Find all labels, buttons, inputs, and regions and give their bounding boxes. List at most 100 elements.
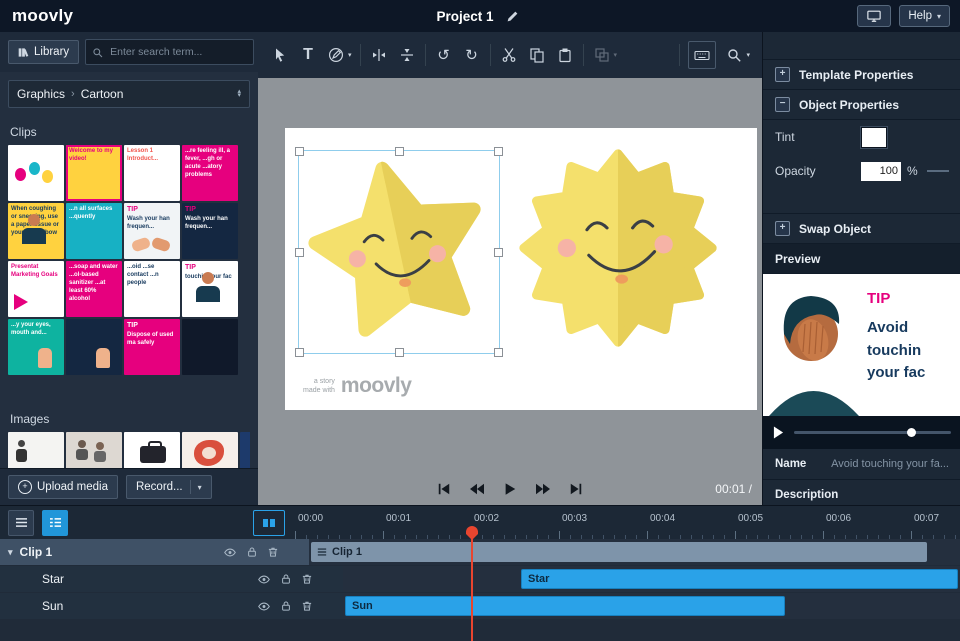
caret-down-icon[interactable]: ▾	[348, 51, 352, 59]
clip-thumbnail[interactable]: TIP touchin your fac	[182, 261, 238, 317]
visibility-icon[interactable]	[257, 600, 271, 613]
clip-thumbnail[interactable]: ...y your eyes, mouth and...	[8, 319, 64, 375]
stage[interactable]: a story made with moovly	[285, 128, 757, 410]
clip-thumbnail[interactable]: ...n all surfaces ...quently	[66, 203, 122, 259]
object-properties-section[interactable]: − Object Properties	[763, 89, 960, 120]
opacity-slider[interactable]	[927, 170, 949, 172]
preview-progress-knob[interactable]	[907, 428, 917, 437]
selection-handle[interactable]	[295, 248, 304, 257]
image-thumbnail[interactable]	[182, 432, 238, 470]
selection-handle[interactable]	[295, 147, 304, 156]
copy-icon[interactable]	[527, 44, 547, 66]
clip-thumbnail[interactable]: ...soap and water ...ol-based sanitizer …	[66, 261, 122, 317]
undo-icon[interactable]: ↺	[434, 44, 454, 66]
expand-icon[interactable]: +	[775, 67, 790, 82]
search-input[interactable]	[108, 45, 248, 59]
track-label-clip-1[interactable]: ▾ Clip 1	[0, 539, 309, 565]
help-button[interactable]: Help ▾	[899, 5, 950, 27]
rewind-icon[interactable]	[469, 482, 485, 496]
tint-swatch[interactable]	[861, 126, 887, 148]
clip-thumbnail[interactable]: Welcome to my video!	[66, 145, 122, 201]
edit-title-icon[interactable]	[502, 5, 524, 27]
canvas-workspace[interactable]: a story made with moovly	[258, 78, 762, 473]
template-properties-section[interactable]: + Template Properties	[763, 59, 960, 90]
library-button[interactable]: Library	[8, 40, 80, 64]
skip-end-icon[interactable]	[569, 482, 583, 496]
delete-icon[interactable]	[301, 600, 313, 612]
preview-progress[interactable]	[794, 428, 951, 437]
skip-start-icon[interactable]	[437, 482, 451, 496]
timeline-layers-button[interactable]	[42, 509, 68, 536]
text-tool-icon[interactable]: T	[298, 44, 318, 66]
preview-play-icon[interactable]	[773, 426, 784, 439]
selection-handle[interactable]	[395, 147, 404, 156]
timeline-bar-sun[interactable]: Sun	[345, 596, 785, 616]
selection-box[interactable]	[295, 147, 503, 357]
playhead-knob[interactable]	[466, 526, 478, 540]
caret-down-icon[interactable]: ▾	[746, 51, 750, 59]
swap-object-section[interactable]: + Swap Object	[763, 213, 960, 244]
expand-icon[interactable]: +	[775, 221, 790, 236]
cut-icon[interactable]	[499, 44, 519, 66]
image-thumbnail[interactable]	[240, 432, 250, 470]
arrange-icon[interactable]	[592, 44, 612, 66]
zoom-icon[interactable]	[724, 44, 744, 66]
project-title[interactable]: Project 1	[436, 9, 493, 24]
track-lane-sun[interactable]: Sun	[343, 593, 960, 619]
paste-icon[interactable]	[555, 44, 575, 66]
playhead[interactable]	[466, 526, 478, 641]
clip-thumbnail[interactable]: TIP Wash your han frequen...	[124, 203, 180, 259]
opacity-input[interactable]	[861, 161, 901, 181]
timeline-bar-star[interactable]: Star	[521, 569, 959, 589]
track-lane-star[interactable]: Star	[343, 566, 960, 592]
selection-handle[interactable]	[295, 348, 304, 357]
caret-down-icon[interactable]: ▾	[614, 51, 618, 59]
select-tool-icon[interactable]	[270, 44, 290, 66]
search-box[interactable]	[85, 39, 255, 65]
visibility-icon[interactable]	[257, 573, 271, 586]
timeline-ruler[interactable]: 00:00 00:01 00:02 00:03 00:04 00:05 00:06 00:07	[293, 506, 960, 539]
track-label-sun[interactable]: Sun	[0, 593, 343, 619]
image-thumbnail[interactable]	[66, 432, 122, 470]
clip-thumbnail[interactable]: Lesson 1 Introduct...	[124, 145, 180, 201]
clip-thumbnail[interactable]: ...oid ...se contact ...n people	[124, 261, 180, 317]
visibility-icon[interactable]	[223, 546, 237, 559]
timeline-bar-clip-1[interactable]: Clip 1	[311, 542, 927, 562]
redo-icon[interactable]: ↻	[462, 44, 482, 66]
clip-thumbnail[interactable]: Presentat Marketing Goals	[8, 261, 64, 317]
clip-thumbnail[interactable]: TIP Dispose of used ma safely	[124, 319, 180, 375]
selection-handle[interactable]	[494, 248, 503, 257]
lock-icon[interactable]	[246, 546, 258, 558]
image-thumbnail[interactable]	[8, 432, 64, 470]
track-label-star[interactable]: Star	[0, 566, 343, 592]
lock-icon[interactable]	[280, 573, 292, 585]
clip-thumbnail[interactable]	[66, 319, 122, 375]
upload-media-button[interactable]: + Upload media	[8, 475, 118, 499]
fast-forward-icon[interactable]	[535, 482, 551, 496]
category-select[interactable]: Graphics › Cartoon ▴ ▾	[8, 80, 250, 108]
draw-tool-icon[interactable]	[326, 44, 346, 66]
align-vertical-icon[interactable]	[397, 44, 417, 66]
track-lane-clip-1[interactable]: Clip 1	[309, 539, 960, 565]
clip-thumbnail[interactable]	[182, 319, 238, 375]
selection-handle[interactable]	[494, 147, 503, 156]
clip-thumbnail[interactable]: When coughing or sneezing, use a paper t…	[8, 203, 64, 259]
collapse-icon[interactable]: −	[775, 97, 790, 112]
sun-object[interactable]	[513, 143, 723, 353]
image-thumbnail[interactable]	[124, 432, 180, 470]
play-icon[interactable]	[503, 482, 517, 496]
timeline-menu-button[interactable]	[8, 509, 34, 536]
clip-thumbnail[interactable]: TIP Wash your han frequen...	[182, 203, 238, 259]
selection-handle[interactable]	[494, 348, 503, 357]
shortcuts-icon[interactable]	[688, 41, 717, 69]
display-mode-button[interactable]	[857, 5, 892, 27]
delete-icon[interactable]	[301, 573, 313, 585]
clip-thumbnail[interactable]: ...re feeling ill, a fever, ...gh or acu…	[182, 145, 238, 201]
delete-icon[interactable]	[267, 546, 279, 558]
selection-handle[interactable]	[395, 348, 404, 357]
clip-thumbnail[interactable]	[8, 145, 64, 201]
record-button[interactable]: Record... ▾	[125, 475, 212, 499]
lock-icon[interactable]	[280, 600, 292, 612]
timeline-view-toggle[interactable]	[253, 510, 285, 536]
align-horizontal-icon[interactable]	[369, 44, 389, 66]
